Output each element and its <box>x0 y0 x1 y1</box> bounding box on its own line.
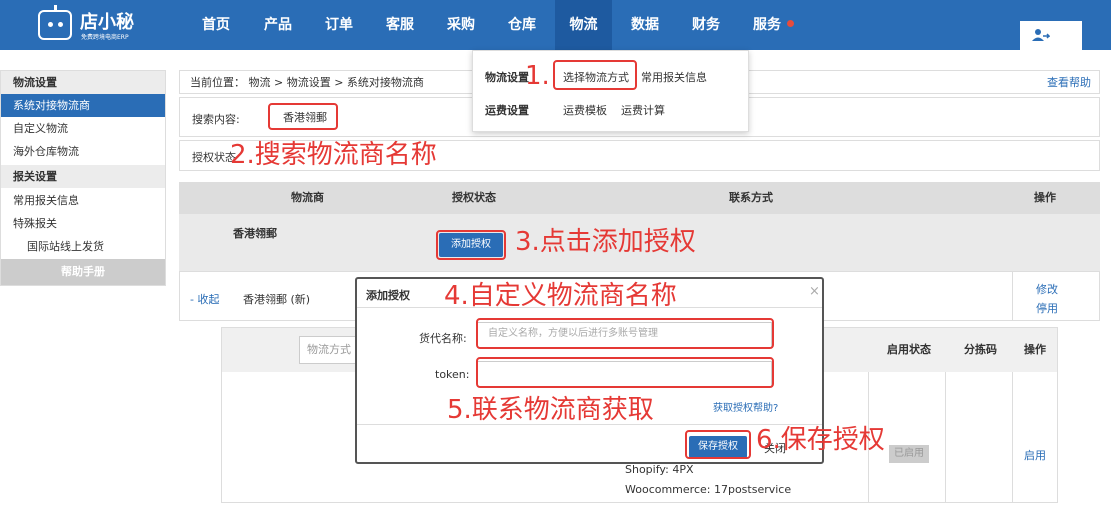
nav-finance[interactable]: 财务 <box>686 0 726 50</box>
choose-method-highlight <box>553 60 637 90</box>
disable-link[interactable]: 停用 <box>1036 300 1058 316</box>
nav-logistics[interactable]: 物流 <box>555 0 612 50</box>
breadcrumb-text: 当前位置： 物流 > 物流设置 > 系统对接物流商 <box>190 76 424 89</box>
forwarder-name-label: 货代名称: <box>419 332 467 345</box>
sidebar-item-customs-info[interactable]: 常用报关信息 <box>1 189 165 212</box>
nav-customer-service[interactable]: 客服 <box>380 0 420 50</box>
sidebar-item-overseas-warehouse[interactable]: 海外仓库物流 <box>1 140 165 163</box>
edit-link[interactable]: 修改 <box>1036 281 1058 297</box>
platform-line-2: Woocommerce: 17postservice <box>625 483 792 496</box>
token-label: token: <box>435 368 470 381</box>
top-navigation-bar: 店小秘 免费跨境电商ERP 首页 产品 订单 客服 采购 仓库 物流 数据 财务… <box>0 0 1111 50</box>
sidebar: 物流设置 系统对接物流商 自定义物流 海外仓库物流 报关设置 常用报关信息 特殊… <box>0 70 166 286</box>
help-manual-button[interactable]: 帮助手册 <box>1 259 165 285</box>
annotation-step-4: 4.自定义物流商名称 <box>444 281 677 311</box>
sidebar-item-system-carriers[interactable]: 系统对接物流商 <box>1 94 165 117</box>
col-auth-status: 授权状态 <box>452 191 496 204</box>
view-help-link[interactable]: 查看帮助 <box>1047 71 1091 95</box>
add-auth-highlight <box>436 230 506 260</box>
token-highlight <box>476 357 774 388</box>
carrier-name: 香港翎郵 <box>233 227 277 240</box>
col-contact: 联系方式 <box>729 191 773 204</box>
user-menu[interactable] <box>1020 21 1082 50</box>
carrier-detail-name: 香港翎郵 (新) <box>243 293 311 306</box>
dropdown-section-freight: 运费设置 <box>485 104 529 117</box>
platform-line-1: Shopify: 4PX <box>625 463 694 476</box>
column-divider <box>1012 271 1013 321</box>
sidebar-heading-logistics: 物流设置 <box>1 71 165 94</box>
col-sort-code: 分拣码 <box>964 343 997 356</box>
col-operations: 操作 <box>1034 191 1056 204</box>
sidebar-item-custom-logistics[interactable]: 自定义物流 <box>1 117 165 140</box>
modal-title: 添加授权 <box>366 289 410 302</box>
enable-link[interactable]: 启用 <box>1024 447 1046 463</box>
annotation-step-1: 1. <box>525 61 550 91</box>
search-highlight <box>268 103 338 130</box>
annotation-step-6: 6.保存授权 <box>756 425 885 455</box>
forwarder-name-highlight <box>476 318 774 349</box>
enabled-gray-button[interactable]: 已启用 <box>889 445 929 463</box>
search-label: 搜索内容: <box>192 113 240 126</box>
sidebar-item-intl-shipping[interactable]: 国际站线上发货 <box>1 235 165 258</box>
user-icon <box>1032 29 1050 41</box>
dropdown-section-logistics: 物流设置 <box>485 71 529 84</box>
nav-products[interactable]: 产品 <box>258 0 298 50</box>
sidebar-item-special-customs[interactable]: 特殊报关 <box>1 212 165 235</box>
modal-close-icon[interactable]: × <box>809 284 820 299</box>
notification-dot <box>787 20 794 27</box>
auth-help-link[interactable]: 获取授权帮助? <box>713 399 778 414</box>
nav-services[interactable]: 服务 <box>747 0 787 50</box>
col-enable-status: 启用状态 <box>887 343 931 356</box>
nav-orders[interactable]: 订单 <box>319 0 359 50</box>
robot-logo-icon <box>38 5 72 40</box>
annotation-step-2: 2.搜索物流商名称 <box>230 140 437 170</box>
modal-footer: 保存授权 关闭 <box>357 424 822 462</box>
table-header: 物流商 授权状态 联系方式 操作 <box>179 182 1100 214</box>
brand-logo[interactable]: 店小秘 免费跨境电商ERP <box>38 5 158 42</box>
collapse-link[interactable]: - 收起 <box>190 291 219 307</box>
col-method-ops: 操作 <box>1024 343 1046 356</box>
nav-data[interactable]: 数据 <box>625 0 665 50</box>
nav-warehouse[interactable]: 仓库 <box>502 0 542 50</box>
brand-name: 店小秘 <box>80 12 134 33</box>
brand-tagline: 免费跨境电商ERP <box>81 34 129 41</box>
col-carrier: 物流商 <box>291 191 324 204</box>
nav-purchasing[interactable]: 采购 <box>441 0 481 50</box>
save-auth-highlight <box>685 430 751 459</box>
annotation-step-3: 3.点击添加授权 <box>515 227 696 257</box>
inner-divider-3 <box>1012 372 1013 502</box>
dropdown-freight-template[interactable]: 运费模板 <box>563 102 607 118</box>
inner-divider-2 <box>945 372 946 502</box>
sidebar-heading-customs: 报关设置 <box>1 165 165 188</box>
annotation-step-5: 5.联系物流商获取 <box>447 395 654 425</box>
nav-home[interactable]: 首页 <box>196 0 236 50</box>
dropdown-freight-calc[interactable]: 运费计算 <box>621 102 665 118</box>
dropdown-customs-info[interactable]: 常用报关信息 <box>641 69 707 85</box>
